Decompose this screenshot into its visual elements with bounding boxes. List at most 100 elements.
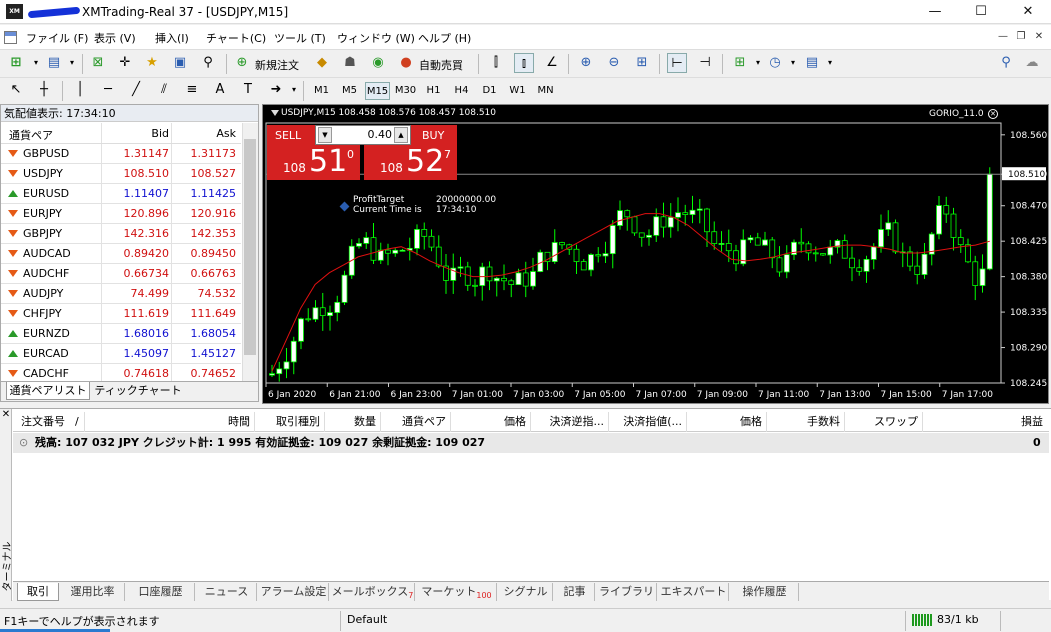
menu-file[interactable]: ファイル (F) — [26, 30, 88, 46]
chart-shift-icon[interactable]: ⊣ — [695, 53, 715, 73]
market-watch-row[interactable]: CHFJPY 111.619 111.649 — [1, 304, 241, 324]
market-watch-row[interactable]: EURCAD 1.45097 1.45127 — [1, 344, 241, 364]
market-watch-scroll-thumb[interactable] — [244, 139, 256, 355]
col-ask[interactable]: Ask — [171, 127, 236, 140]
tab-library[interactable]: ライブラリ — [597, 583, 657, 601]
menu-tools[interactable]: ツール (T) — [274, 30, 326, 46]
navigator-icon[interactable]: ★ — [142, 53, 162, 73]
tf-h4[interactable]: H4 — [449, 82, 474, 100]
lot-size-field[interactable]: ▼ 0.40 ▲ — [315, 125, 411, 145]
mdi-close-icon[interactable]: ✕ — [1031, 29, 1047, 45]
auto-trading-button[interactable]: 自動売買 — [419, 57, 463, 73]
chart-window[interactable]: 108.560 108.510 108.470 108.425 108.380 108.3… — [262, 104, 1049, 404]
tab-news[interactable]: ニュース — [197, 583, 257, 601]
new-order-icon[interactable]: ⊕ — [232, 53, 252, 73]
chat-icon[interactable]: ☁ — [1022, 53, 1042, 73]
tf-mn[interactable]: MN — [533, 82, 558, 100]
market-watch-row[interactable]: EURNZD 1.68016 1.68054 — [1, 324, 241, 344]
autoscroll-icon[interactable]: ⊢ — [667, 53, 687, 73]
fibonacci-icon[interactable]: ≡ — [182, 80, 202, 100]
terminal-close-icon[interactable]: ✕ — [1, 410, 11, 420]
col-tp[interactable]: 決済指値(... — [609, 412, 687, 432]
periods-dropdown-icon[interactable]: ▾ — [783, 53, 803, 73]
tf-m30[interactable]: M30 — [393, 82, 418, 100]
connection-bars-icon[interactable] — [912, 614, 932, 626]
market-watch-row[interactable]: GBPUSD 1.31147 1.31173 — [1, 144, 241, 164]
metaeditor-icon[interactable]: ◆ — [312, 53, 332, 73]
tab-tick-chart[interactable]: ティックチャート — [93, 382, 183, 400]
col-symbol[interactable]: 通貨ペア — [381, 412, 451, 432]
maximize-button[interactable]: ☐ — [958, 0, 1004, 24]
tab-symbol-list[interactable]: 通貨ペアリスト — [6, 382, 90, 400]
search-icon[interactable]: ⚲ — [996, 53, 1016, 73]
zoom-out-icon[interactable]: ⊖ — [604, 53, 624, 73]
balance-row[interactable]: ⊙ 残高: 107 032 JPY クレジット計: 1 995 有効証拠金: 1… — [13, 433, 1049, 453]
strategy-tester-icon[interactable]: ⚲ — [198, 53, 218, 73]
data-window-icon[interactable]: ✛ — [115, 53, 135, 73]
templates-icon[interactable]: ▤ — [802, 53, 822, 73]
candlestick-icon[interactable]: ⫾ — [514, 53, 534, 73]
new-chart-icon[interactable]: ⊞ — [6, 53, 26, 73]
tf-d1[interactable]: D1 — [477, 82, 502, 100]
mdi-minimize-icon[interactable]: — — [995, 29, 1011, 45]
close-button[interactable]: ✕ — [1005, 0, 1051, 24]
community-icon[interactable]: ☗ — [340, 53, 360, 73]
tf-h1[interactable]: H1 — [421, 82, 446, 100]
cursor-icon[interactable]: ↖ — [6, 80, 26, 100]
line-chart-icon[interactable]: ∠ — [542, 53, 562, 73]
tab-exposure[interactable]: 運用比率 — [61, 583, 125, 601]
col-symbol[interactable]: 通貨ペア — [9, 127, 53, 143]
tab-mailbox[interactable]: メールボックス7 — [331, 583, 415, 601]
market-watch-row[interactable]: AUDJPY 74.499 74.532 — [1, 284, 241, 304]
market-watch-row[interactable]: GBPJPY 142.316 142.353 — [1, 224, 241, 244]
market-watch-row[interactable]: USDJPY 108.510 108.527 — [1, 164, 241, 184]
horizontal-line-icon[interactable]: ─ — [98, 80, 118, 100]
lot-size-value[interactable]: 0.40 — [334, 128, 393, 141]
profiles-icon[interactable]: ▤ — [44, 53, 64, 73]
tab-trade[interactable]: 取引 — [17, 583, 59, 601]
market-watch-row[interactable]: AUDCAD 0.89420 0.89450 — [1, 244, 241, 264]
col-profit[interactable]: 損益 — [923, 412, 1047, 432]
bar-chart-icon[interactable]: ⫿ — [486, 53, 506, 73]
tf-m15[interactable]: M15 — [365, 82, 390, 100]
market-watch-row[interactable]: EURUSD 1.11407 1.11425 — [1, 184, 241, 204]
templates-dropdown-icon[interactable]: ▾ — [820, 53, 840, 73]
menu-help[interactable]: ヘルプ (H) — [418, 30, 471, 46]
col-size[interactable]: 数量 — [325, 412, 381, 432]
tf-m1[interactable]: M1 — [309, 82, 334, 100]
arrows-icon[interactable]: ➜ — [266, 80, 286, 100]
tab-signals[interactable]: シグナル — [499, 583, 553, 601]
indicator-close-icon[interactable]: ✕ — [988, 109, 998, 119]
menu-view[interactable]: 表示 (V) — [94, 30, 136, 46]
new-order-button[interactable]: 新規注文 — [255, 57, 299, 73]
equidistant-channel-icon[interactable]: ⫽ — [154, 80, 174, 100]
trendline-icon[interactable]: ╱ — [126, 80, 146, 100]
terminal-icon[interactable]: ▣ — [170, 53, 190, 73]
auto-trading-icon[interactable]: ● — [396, 53, 416, 73]
tab-experts[interactable]: エキスパート — [659, 583, 729, 601]
col-bid[interactable]: Bid — [101, 127, 169, 140]
market-watch-row[interactable]: EURJPY 120.896 120.916 — [1, 204, 241, 224]
new-chart-dropdown-icon[interactable]: ▾ — [26, 53, 46, 73]
tab-journal[interactable]: 操作履歴 — [731, 583, 799, 601]
menu-window[interactable]: ウィンドウ (W) — [337, 30, 415, 46]
tab-market[interactable]: マーケット100 — [417, 583, 497, 601]
profiles-dropdown-icon[interactable]: ▾ — [62, 53, 82, 73]
status-profile[interactable]: Default — [347, 613, 387, 626]
indicators-icon[interactable]: ⊞ — [730, 53, 750, 73]
tf-w1[interactable]: W1 — [505, 82, 530, 100]
lot-decrease-icon[interactable]: ▼ — [318, 127, 332, 143]
col-price[interactable]: 価格 — [451, 412, 531, 432]
periods-icon[interactable]: ◷ — [765, 53, 785, 73]
document-icon[interactable] — [4, 31, 17, 44]
col-current-price[interactable]: 価格 — [687, 412, 767, 432]
col-order[interactable]: 注文番号 — [13, 412, 75, 432]
tab-articles[interactable]: 記事 — [555, 583, 595, 601]
tab-alerts[interactable]: アラーム設定 — [259, 583, 329, 601]
col-sl[interactable]: 決済逆指... — [531, 412, 609, 432]
market-watch-icon[interactable]: ⊠ — [88, 53, 108, 73]
menu-insert[interactable]: 挿入(I) — [155, 30, 189, 46]
crosshair-icon[interactable]: ┼ — [34, 80, 54, 100]
signals-icon[interactable]: ◉ — [368, 53, 388, 73]
lot-increase-icon[interactable]: ▲ — [394, 127, 408, 143]
